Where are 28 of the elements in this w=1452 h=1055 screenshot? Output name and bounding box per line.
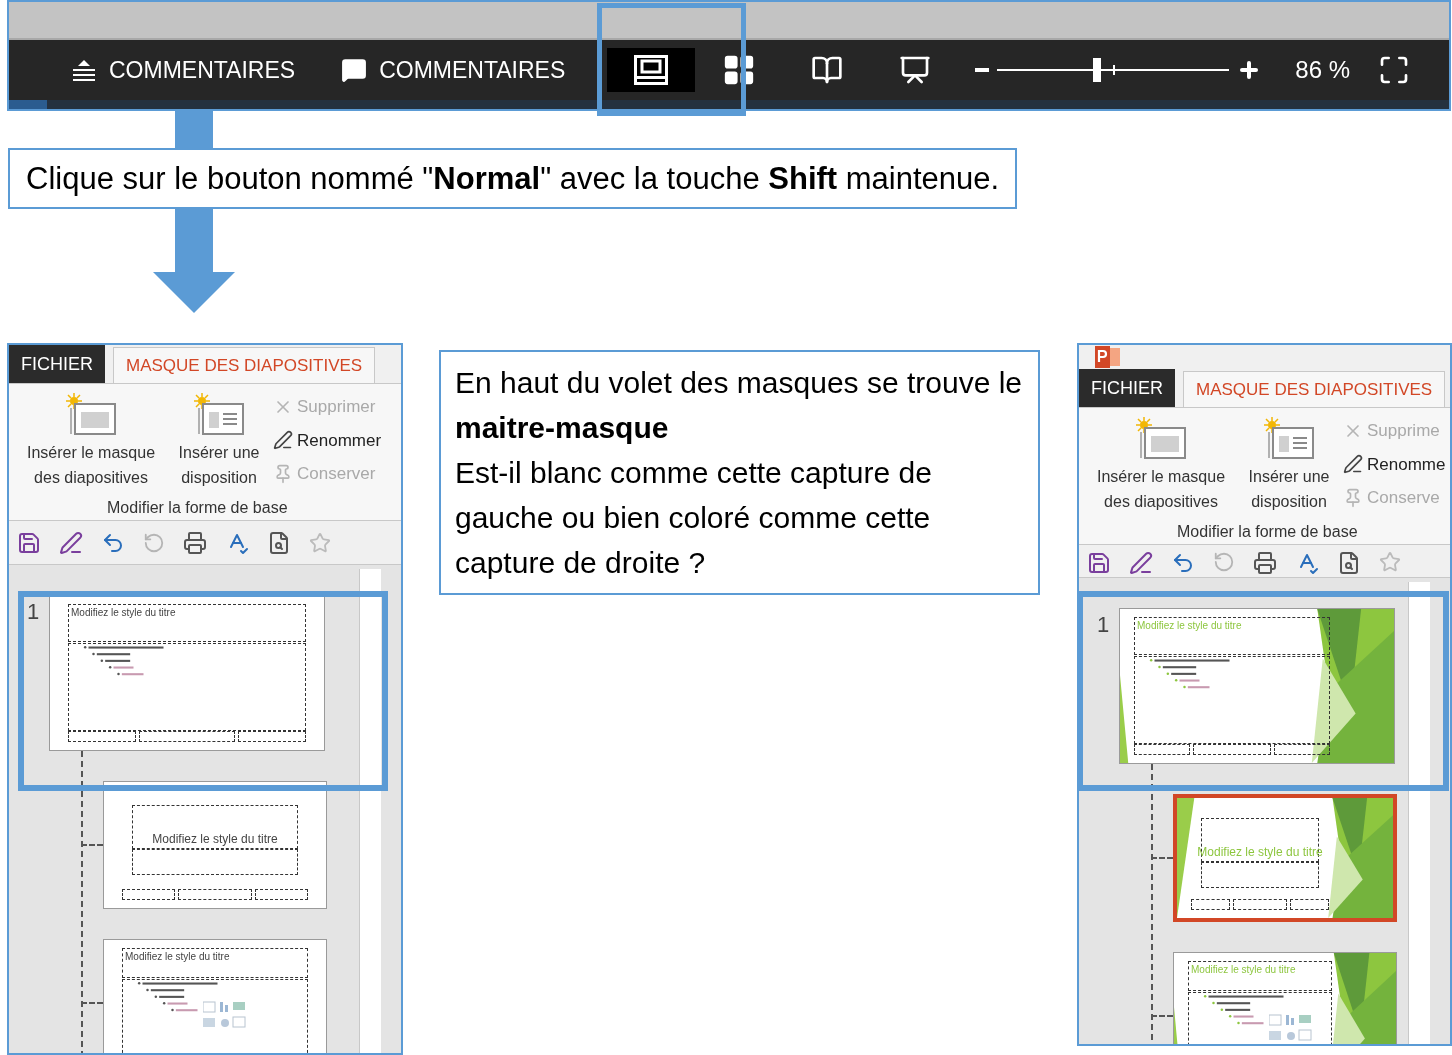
question-text: Est-il blanc comme cette capture de gauche ou bien coloré comme cette capture de droite ? <box>455 455 933 581</box>
notes-button[interactable]: COMMENTAIRES <box>71 52 296 88</box>
title-placeholder: Modifiez le style du titre <box>1188 961 1332 991</box>
title-placeholder: Modifiez le style du titre <box>132 804 298 849</box>
title-placeholder: Modifiez le style du titre <box>68 604 306 642</box>
slide-number: 1 <box>27 598 39 626</box>
ribbon-large-button[interactable]: Insérer le masque des diapositives <box>1087 416 1235 514</box>
ribbon-tab[interactable]: MASQUE DES DIAPOSITIVES <box>113 347 376 383</box>
instruction-text: Clique sur le bouton nommé "Normal" avec la touche Shift maintenue. <box>8 148 1018 209</box>
question-text: En haut du volet des masques se trouve le maitre-masque <box>455 365 1023 446</box>
ribbon-small-button[interactable]: Renommer <box>273 427 382 453</box>
slide-number: 1 <box>1097 611 1109 639</box>
comments-button[interactable]: COMMENTAIRES <box>341 52 566 88</box>
ribbon-large-button[interactable]: Insérer une disposition <box>171 392 267 490</box>
ribbon-large-button[interactable]: Insérer le masque des diapositives <box>17 392 165 490</box>
title-placeholder: Modifiez le style du titre <box>122 948 308 978</box>
slide-thumbnail[interactable]: Modifiez le style du titre <box>103 939 327 1053</box>
file-tab[interactable]: FICHIER <box>1079 369 1175 407</box>
title-placeholder: Modifiez le style du titre <box>1134 617 1330 655</box>
zoom-level: 86 % <box>1295 55 1350 85</box>
group-label: Modifier la forme de base <box>1177 522 1358 542</box>
slide-thumbnail[interactable]: Modifiez le style du titre <box>49 595 325 751</box>
ribbon-small-button[interactable]: Renomme <box>1343 451 1446 477</box>
file-tab[interactable]: FICHIER <box>9 345 105 383</box>
ribbon-tab[interactable]: MASQUE DES DIAPOSITIVES <box>1183 371 1446 407</box>
slide-thumbnail[interactable]: Modifiez le style du titre <box>103 781 327 909</box>
ribbon-large-button[interactable]: Insérer une disposition <box>1241 416 1337 514</box>
group-label: Modifier la forme de base <box>107 498 288 518</box>
